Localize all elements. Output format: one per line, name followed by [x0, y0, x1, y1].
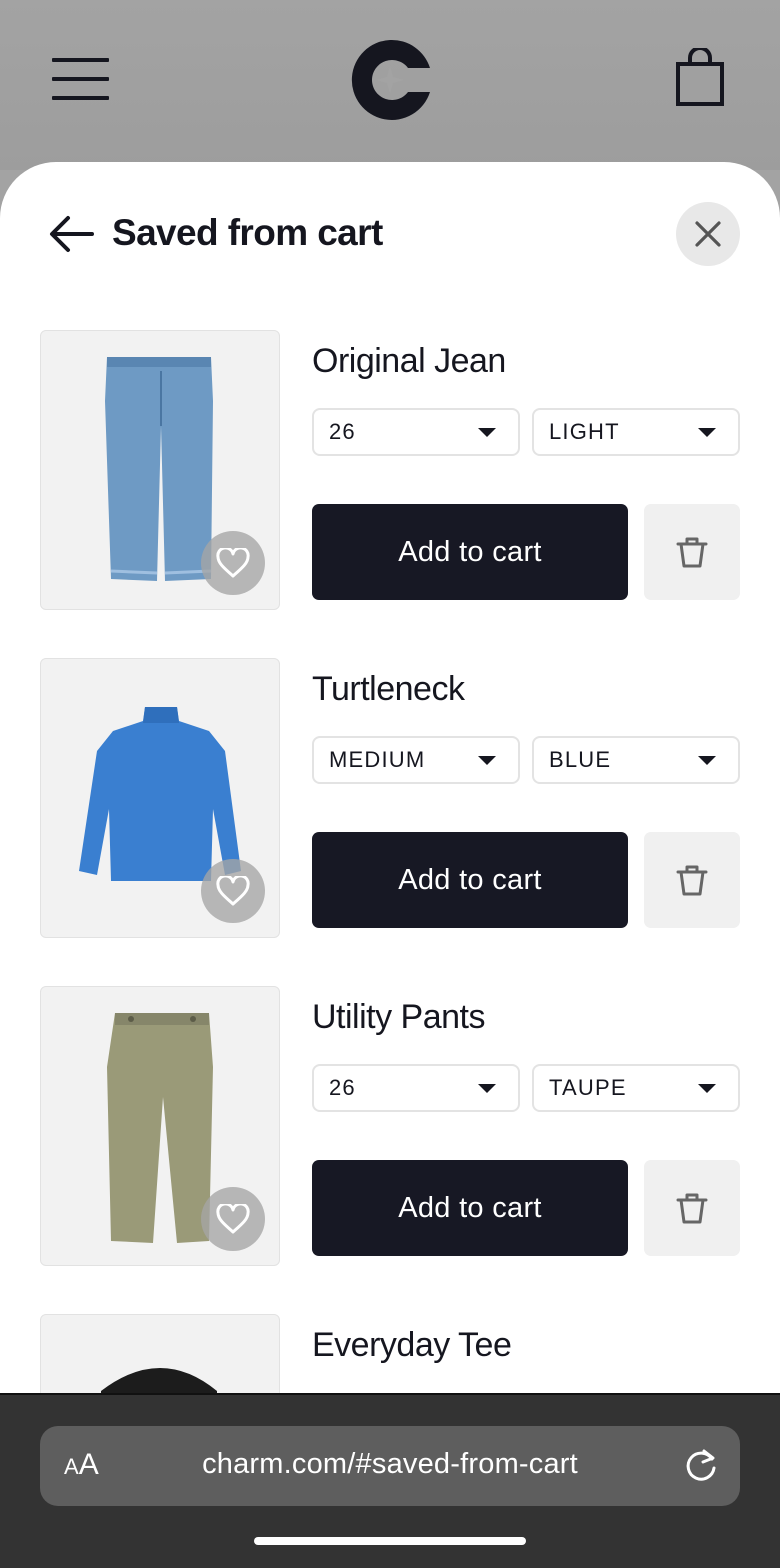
product-name: Original Jean [312, 342, 506, 380]
color-value: LIGHT [549, 419, 620, 444]
dropdown-caret-icon [478, 756, 496, 765]
saved-item: Utility Pants 26 TAUPE Add to cart [0, 986, 780, 1266]
favorite-button[interactable] [201, 531, 265, 595]
size-select[interactable]: 26 [312, 1064, 520, 1112]
heart-icon [216, 548, 250, 578]
remove-item-button[interactable] [644, 832, 740, 928]
dropdown-caret-icon [698, 1084, 716, 1093]
size-value: 26 [329, 419, 356, 444]
add-to-cart-button[interactable]: Add to cart [312, 1160, 628, 1256]
heart-icon [216, 876, 250, 906]
arrow-left-icon[interactable] [48, 214, 94, 254]
favorite-button[interactable] [201, 1187, 265, 1251]
add-to-cart-button[interactable]: Add to cart [312, 504, 628, 600]
size-select[interactable]: MEDIUM [312, 736, 520, 784]
dropdown-caret-icon [698, 428, 716, 437]
product-image[interactable] [40, 658, 280, 938]
size-select[interactable]: 26 [312, 408, 520, 456]
address-bar[interactable]: AA charm.com/#saved-from-cart [40, 1426, 740, 1506]
page-title: Saved from cart [112, 212, 383, 253]
product-name: Utility Pants [312, 998, 486, 1036]
remove-item-button[interactable] [644, 1160, 740, 1256]
sheet-header: Saved from cart [0, 162, 780, 312]
url-text[interactable]: charm.com/#saved-from-cart [40, 1448, 740, 1481]
add-to-cart-button[interactable]: Add to cart [312, 832, 628, 928]
size-value: MEDIUM [329, 747, 426, 772]
saved-item: Original Jean 26 LIGHT Add to cart [0, 330, 780, 610]
trash-icon [676, 537, 708, 568]
shopping-bag-icon[interactable] [676, 48, 724, 106]
color-select[interactable]: BLUE [532, 736, 740, 784]
tee-image [101, 1368, 217, 1393]
favorite-button[interactable] [201, 859, 265, 923]
heart-icon [216, 1204, 250, 1234]
product-name: Everyday Tee [312, 1326, 512, 1364]
saved-from-cart-sheet: Saved from cart Original Jean 26 LIGHT A… [0, 162, 780, 1393]
color-value: BLUE [549, 747, 612, 772]
trash-icon [676, 1193, 708, 1224]
reload-icon[interactable] [682, 1447, 720, 1485]
dropdown-caret-icon [478, 428, 496, 437]
color-select[interactable]: LIGHT [532, 408, 740, 456]
saved-item: Turtleneck MEDIUM BLUE Add to cart [0, 658, 780, 938]
product-image[interactable] [40, 986, 280, 1266]
color-value: TAUPE [549, 1075, 627, 1100]
product-image[interactable] [40, 1314, 280, 1393]
saved-item: Everyday Tee [0, 1314, 780, 1393]
remove-item-button[interactable] [644, 504, 740, 600]
home-indicator [254, 1537, 526, 1545]
close-button[interactable] [676, 202, 740, 266]
color-select[interactable]: TAUPE [532, 1064, 740, 1112]
charm-logo[interactable] [348, 38, 432, 122]
trash-icon [676, 865, 708, 896]
product-name: Turtleneck [312, 670, 465, 708]
size-value: 26 [329, 1075, 356, 1100]
hamburger-menu-icon[interactable] [52, 58, 109, 102]
browser-toolbar: AA charm.com/#saved-from-cart [0, 1393, 780, 1568]
dropdown-caret-icon [478, 1084, 496, 1093]
top-navigation-bar [0, 0, 780, 170]
dropdown-caret-icon [698, 756, 716, 765]
product-image[interactable] [40, 330, 280, 610]
close-icon [695, 221, 721, 247]
